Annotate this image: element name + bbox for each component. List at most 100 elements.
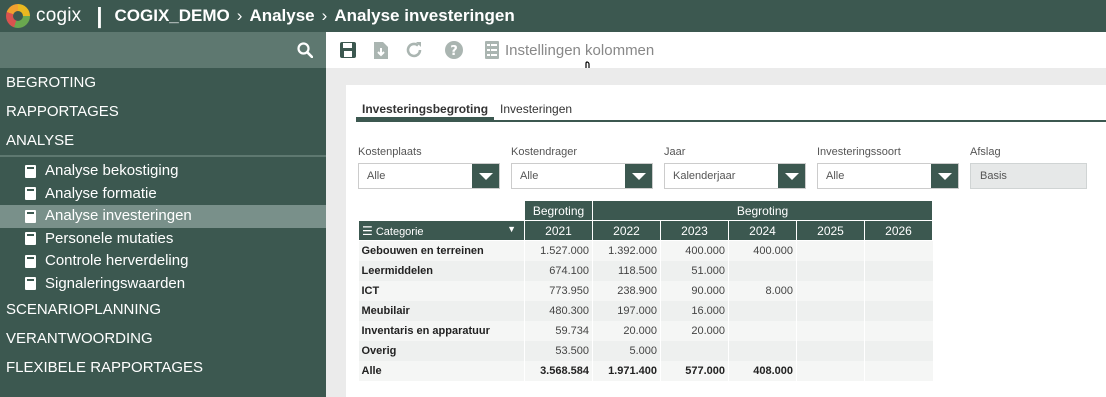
sort-down-icon[interactable]: ▼ <box>507 224 516 234</box>
download-icon[interactable] <box>370 39 392 61</box>
column-settings-button[interactable]: Instellingen kolommen <box>505 42 654 59</box>
table-row: Overig 53.500 5.000 <box>358 340 933 361</box>
table-cell: 20.000 <box>592 320 661 341</box>
refresh-icon[interactable] <box>403 39 425 61</box>
table-cell: 408.000 <box>728 360 797 381</box>
nav-analyse-submenu: Analyse bekostiging Analyse formatie Ana… <box>0 157 326 295</box>
nav-item-label: Analyse investeringen <box>45 207 192 224</box>
nav-item-label: Controle herverdeling <box>45 252 189 269</box>
nav-controle-herverdeling[interactable]: Controle herverdeling <box>0 250 326 273</box>
chevron-down-icon[interactable] <box>472 164 499 188</box>
year-header[interactable]: 2023 <box>660 220 729 241</box>
table-cell <box>796 340 865 361</box>
table-row: Inventaris en apparatuur 59.734 20.000 2… <box>358 320 933 341</box>
filter-label: Kostendrager <box>511 146 578 158</box>
filter-kostendrager: Kostendrager Alle <box>511 145 653 189</box>
breadcrumb-chevron: › <box>321 6 328 25</box>
nav-scenarioplanning[interactable]: SCENARIOPLANNING <box>0 295 326 324</box>
tab-bar: Investeringsbegroting Investeringen <box>356 100 1106 122</box>
table-row: Gebouwen en terreinen 1.527.000 1.392.00… <box>358 240 933 261</box>
table-cell <box>796 260 865 281</box>
filter-afslag: Afslag Basis <box>970 145 1087 189</box>
filter-jaar: Jaar Kalenderjaar <box>664 145 806 189</box>
jaar-select[interactable]: Kalenderjaar <box>664 163 806 189</box>
tab-investeringen[interactable]: Investeringen <box>494 100 578 120</box>
svg-text:?: ? <box>450 44 458 59</box>
document-icon <box>25 209 36 223</box>
filter-label: Afslag <box>970 146 1001 158</box>
group-header-begroting: Begroting <box>524 200 593 221</box>
nav-analyse-bekostiging[interactable]: Analyse bekostiging <box>0 160 326 183</box>
table-cell: 480.300 <box>524 300 593 321</box>
search-icon[interactable] <box>297 42 313 58</box>
help-icon[interactable]: ? <box>443 39 465 61</box>
logo-icon <box>6 4 30 28</box>
breadcrumb-item[interactable]: COGIX_DEMO <box>115 6 230 26</box>
chevron-down-icon[interactable] <box>625 164 652 188</box>
category-column-header[interactable]: ☰ Categorie ▼ <box>358 220 525 241</box>
afslag-field: Basis <box>970 163 1087 189</box>
table-group-header-row: Begroting Begroting <box>359 200 933 221</box>
menu-icon[interactable]: ☰ <box>362 224 373 238</box>
table-cell: 1.392.000 <box>592 240 661 261</box>
nav-analyse-formatie[interactable]: Analyse formatie <box>0 183 326 206</box>
year-header[interactable]: 2021 <box>524 220 593 241</box>
nav-signaleringswaarden[interactable]: Signaleringswaarden <box>0 273 326 296</box>
chevron-down-icon[interactable] <box>931 164 958 188</box>
table-cell: 3.568.584 <box>524 360 593 381</box>
nav-verantwoording[interactable]: VERANTWOORDING <box>0 324 326 353</box>
chevron-down-icon[interactable] <box>778 164 805 188</box>
table-cell <box>796 320 865 341</box>
filter-kostenplaats: Kostenplaats Alle <box>358 145 500 189</box>
year-header[interactable]: 2025 <box>796 220 865 241</box>
row-label: Gebouwen en terreinen <box>358 240 525 261</box>
logo[interactable]: cogix <box>6 4 81 28</box>
nav-item-label: Analyse formatie <box>45 184 157 202</box>
nav-item-label: Personele mutaties <box>45 229 174 247</box>
table-cell <box>796 300 865 321</box>
year-header[interactable]: 2022 <box>592 220 661 241</box>
table-cell: 5.000 <box>592 340 661 361</box>
filter-label: Jaar <box>664 146 686 158</box>
row-label: Inventaris en apparatuur <box>358 320 525 341</box>
document-icon <box>25 164 36 178</box>
year-header[interactable]: 2026 <box>864 220 933 241</box>
document-icon <box>25 254 36 268</box>
table-cell: 400.000 <box>660 240 729 261</box>
select-value: Kalenderjaar <box>673 170 736 182</box>
tab-investeringsbegroting[interactable]: Investeringsbegroting <box>356 100 495 120</box>
filter-investeringssoort: Investeringssoort Alle <box>817 145 959 189</box>
row-label: Overig <box>358 340 525 361</box>
nav-item-label: Signaleringswaarden <box>45 274 186 292</box>
breadcrumb-chevron: › <box>236 6 243 25</box>
kostenplaats-select[interactable]: Alle <box>358 163 500 189</box>
table-row: Leermiddelen 674.100 118.500 51.000 <box>358 260 933 281</box>
nav-personele-mutaties[interactable]: Personele mutaties <box>0 228 326 251</box>
table-header-row: ☰ Categorie ▼ 2021 2022 2023 2024 2025 2… <box>358 220 933 241</box>
filter-label: Investeringssoort <box>817 146 901 158</box>
table-cell <box>796 240 865 261</box>
table-cell: 8.000 <box>728 280 797 301</box>
investeringssoort-select[interactable]: Alle <box>817 163 959 189</box>
table-cell <box>864 280 933 301</box>
table-row: ICT 773.950 238.900 90.000 8.000 <box>358 280 933 301</box>
nav-rapportages[interactable]: RAPPORTAGES <box>0 97 326 126</box>
table-cell <box>864 340 933 361</box>
toolbar: ? Instellingen kolommen <box>326 32 1106 68</box>
breadcrumb-item[interactable]: Analyse <box>249 6 314 26</box>
nav-analyse-investeringen[interactable]: Analyse investeringen <box>0 205 326 228</box>
table-cell: 674.100 <box>524 260 593 281</box>
table-cell: 16.000 <box>660 300 729 321</box>
nav-begroting[interactable]: BEGROTING <box>0 68 326 97</box>
columns-settings-icon[interactable] <box>481 39 503 61</box>
save-icon[interactable] <box>337 39 359 61</box>
nav-flexibele-rapportages[interactable]: FLEXIBELE RAPPORTAGES <box>0 353 326 382</box>
nav-analyse[interactable]: ANALYSE <box>0 126 326 155</box>
category-header-label: Categorie <box>375 225 424 238</box>
year-header[interactable]: 2024 <box>728 220 797 241</box>
table-cell <box>728 260 797 281</box>
kostendrager-select[interactable]: Alle <box>511 163 653 189</box>
table-cell <box>864 360 933 381</box>
sidebar-search-bar[interactable] <box>0 32 326 68</box>
breadcrumb: COGIX_DEMO › Analyse › Analyse investeri… <box>115 6 515 26</box>
